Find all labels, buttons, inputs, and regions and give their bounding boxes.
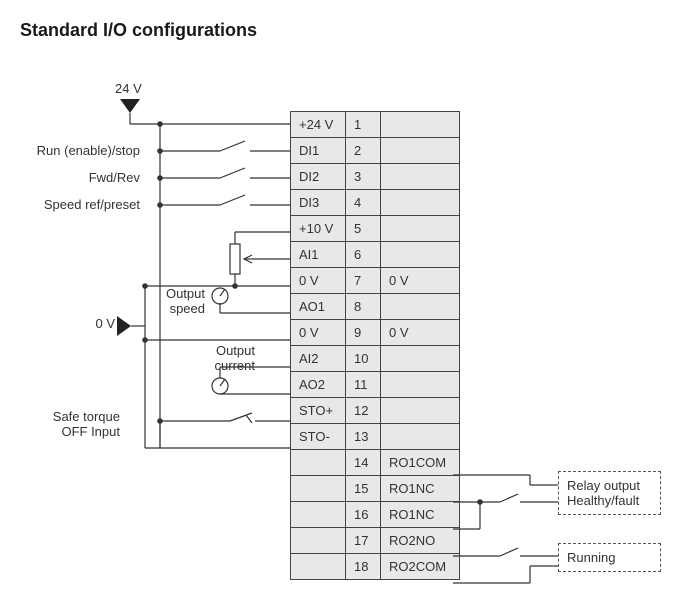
term-num: 12 — [346, 398, 381, 424]
term-note: 0 V — [381, 268, 460, 294]
term-sig: 0 V — [291, 320, 346, 346]
term-sig — [291, 528, 346, 554]
table-row: DI23 — [291, 164, 460, 190]
term-num: 13 — [346, 424, 381, 450]
table-row: 0 V90 V — [291, 320, 460, 346]
term-note — [381, 216, 460, 242]
term-sig: AI2 — [291, 346, 346, 372]
table-row: +24 V1 — [291, 112, 460, 138]
term-num: 7 — [346, 268, 381, 294]
term-num: 18 — [346, 554, 381, 580]
term-note: RO2NO — [381, 528, 460, 554]
label-output-current: Output current — [200, 343, 255, 373]
term-num: 8 — [346, 294, 381, 320]
table-row: 14RO1COM — [291, 450, 460, 476]
term-sig: AO1 — [291, 294, 346, 320]
label-24v: 24 V — [115, 81, 142, 96]
io-diagram: 24 V 0 V Run (enable)/stop Fwd/Rev Speed… — [20, 71, 653, 591]
term-note: RO1NC — [381, 476, 460, 502]
term-sig — [291, 476, 346, 502]
term-sig — [291, 502, 346, 528]
label-fwd-rev: Fwd/Rev — [20, 170, 140, 185]
term-sig: DI1 — [291, 138, 346, 164]
label-relay-healthy: Relay output Healthy/fault — [558, 471, 661, 515]
term-note — [381, 398, 460, 424]
term-num: 4 — [346, 190, 381, 216]
term-note — [381, 138, 460, 164]
table-row: 17RO2NO — [291, 528, 460, 554]
table-row: AI16 — [291, 242, 460, 268]
term-sig: DI2 — [291, 164, 346, 190]
table-row: 18RO2COM — [291, 554, 460, 580]
label-sto: Safe torque OFF Input — [20, 409, 120, 439]
table-row: +10 V5 — [291, 216, 460, 242]
term-note — [381, 164, 460, 190]
term-note — [381, 190, 460, 216]
table-row: 0 V70 V — [291, 268, 460, 294]
term-num: 3 — [346, 164, 381, 190]
label-output-speed: Output speed — [155, 286, 205, 316]
table-row: 16RO1NC — [291, 502, 460, 528]
term-sig: +24 V — [291, 112, 346, 138]
table-row: AO18 — [291, 294, 460, 320]
term-num: 9 — [346, 320, 381, 346]
term-num: 14 — [346, 450, 381, 476]
term-note — [381, 424, 460, 450]
term-note — [381, 372, 460, 398]
term-num: 1 — [346, 112, 381, 138]
term-sig: AO2 — [291, 372, 346, 398]
term-note: 0 V — [381, 320, 460, 346]
label-run-enable: Run (enable)/stop — [20, 143, 140, 158]
term-sig: AI1 — [291, 242, 346, 268]
table-row: STO-13 — [291, 424, 460, 450]
term-note: RO2COM — [381, 554, 460, 580]
term-sig: +10 V — [291, 216, 346, 242]
term-note — [381, 346, 460, 372]
label-relay-running: Running — [558, 543, 661, 572]
arrow-24v — [120, 99, 140, 113]
term-sig: STO- — [291, 424, 346, 450]
term-num: 15 — [346, 476, 381, 502]
term-note — [381, 242, 460, 268]
table-row: AI210 — [291, 346, 460, 372]
label-speed-ref: Speed ref/preset — [20, 197, 140, 212]
table-row: DI12 — [291, 138, 460, 164]
term-num: 17 — [346, 528, 381, 554]
term-num: 6 — [346, 242, 381, 268]
term-sig: DI3 — [291, 190, 346, 216]
term-sig — [291, 450, 346, 476]
term-num: 16 — [346, 502, 381, 528]
table-row: STO+12 — [291, 398, 460, 424]
table-row: 15RO1NC — [291, 476, 460, 502]
term-num: 11 — [346, 372, 381, 398]
term-sig — [291, 554, 346, 580]
page-title: Standard I/O configurations — [20, 20, 653, 41]
table-row: AO211 — [291, 372, 460, 398]
term-num: 5 — [346, 216, 381, 242]
terminal-table: +24 V1 DI12 DI23 DI34 +10 V5 AI16 0 V70 … — [290, 111, 460, 580]
term-note: RO1NC — [381, 502, 460, 528]
term-num: 10 — [346, 346, 381, 372]
term-sig: STO+ — [291, 398, 346, 424]
term-note — [381, 112, 460, 138]
table-row: DI34 — [291, 190, 460, 216]
arrow-0v — [117, 316, 131, 336]
term-note — [381, 294, 460, 320]
term-note: RO1COM — [381, 450, 460, 476]
label-0v: 0 V — [85, 316, 115, 331]
term-sig: 0 V — [291, 268, 346, 294]
term-num: 2 — [346, 138, 381, 164]
